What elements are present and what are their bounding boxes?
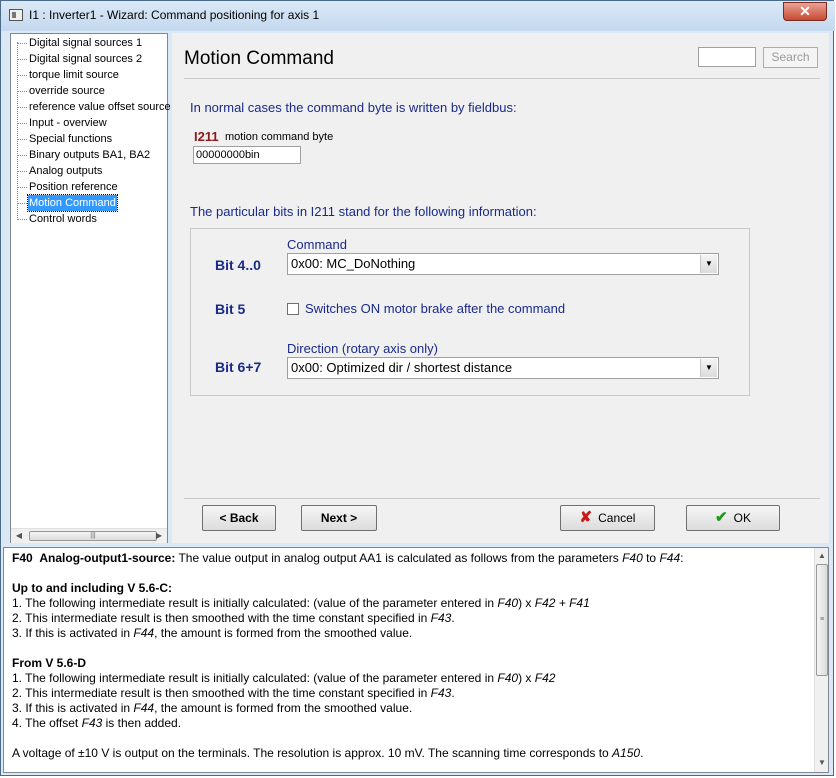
help-panel: F40 Analog-output1-source: The value out… — [3, 547, 829, 773]
tree-item-label: Binary outputs BA1, BA2 — [29, 149, 151, 161]
bit-4-0-label: Bit 4..0 — [215, 257, 261, 273]
bits-group-box: Bit 4..0 Command 0x00: MC_DoNothing ▼ Bi… — [190, 228, 750, 396]
cancel-button-label: Cancel — [598, 511, 636, 525]
chevron-down-icon[interactable]: ▼ — [700, 359, 717, 377]
close-icon: ✕ — [799, 3, 811, 19]
tree-item-label: torque limit source — [29, 69, 119, 81]
next-button[interactable]: Next > — [301, 505, 377, 531]
next-button-label: Next > — [320, 511, 358, 525]
scroll-right-icon[interactable]: ▶ — [153, 530, 165, 542]
help-section-1-line-2: 2. This intermediate result is then smoo… — [12, 611, 455, 625]
motor-brake-checkbox[interactable] — [287, 303, 299, 315]
checkmark-icon: ✔ — [715, 509, 728, 526]
back-button-label: < Back — [219, 511, 259, 525]
help-text: F40 Analog-output1-source: The value out… — [12, 551, 807, 761]
help-section-2-line-1: 1. The following intermediate result is … — [12, 671, 556, 685]
button-divider — [184, 498, 820, 499]
app-icon[interactable] — [9, 9, 23, 21]
tree-item-label: Control words — [29, 213, 97, 225]
direction-dropdown-value: 0x00: Optimized dir / shortest distance — [291, 360, 513, 375]
tree-item-label: Digital signal sources 2 — [29, 53, 143, 65]
help-section-1-title: Up to and including V 5.6-C: — [12, 581, 172, 595]
help-footer: A voltage of ±10 V is output on the term… — [12, 746, 644, 760]
tree-item-label: Motion Command — [27, 194, 118, 212]
back-button[interactable]: < Back — [202, 505, 276, 531]
tree-item-label: Analog outputs — [29, 165, 103, 177]
command-dropdown[interactable]: 0x00: MC_DoNothing ▼ — [287, 253, 719, 275]
command-byte-field[interactable]: 00000000bin — [193, 146, 301, 164]
tree-item-label: Input - overview — [29, 117, 107, 129]
direction-dropdown[interactable]: 0x00: Optimized dir / shortest distance … — [287, 357, 719, 379]
bit-6-7-label: Bit 6+7 — [215, 359, 262, 375]
help-heading: F40 Analog-output1-source: The value out… — [12, 551, 684, 565]
tree-item-label: override source — [29, 85, 105, 97]
ok-button-label: OK — [733, 511, 751, 525]
search-button[interactable]: Search — [763, 47, 818, 68]
search-input[interactable] — [698, 47, 756, 67]
command-dropdown-value: 0x00: MC_DoNothing — [291, 256, 416, 271]
page-title: Motion Command — [184, 48, 334, 69]
main-panel: Motion Command Search In normal cases th… — [172, 33, 829, 543]
tree-item-label: reference value offset source — [29, 101, 171, 113]
help-section-1-line-3: 3. If this is activated in F44, the amou… — [12, 626, 413, 640]
title-divider — [184, 78, 820, 79]
navigation-tree: Digital signal sources 1 Digital signal … — [10, 33, 171, 543]
scrollbar-thumb[interactable]: ||| — [29, 531, 157, 541]
motor-brake-label[interactable]: Switches ON motor brake after the comman… — [305, 301, 565, 316]
help-section-2-line-4: 4. The offset F43 is then added. — [12, 716, 182, 730]
tree-item-label: Special functions — [29, 133, 113, 145]
command-caption: Command — [287, 237, 347, 252]
tree-item-label: Digital signal sources 1 — [29, 37, 143, 49]
help-section-2-line-3: 3. If this is activated in F44, the amou… — [12, 701, 413, 715]
direction-caption: Direction (rotary axis only) — [287, 341, 438, 356]
parameter-id: I211 — [194, 129, 219, 144]
help-section-1-line-1: 1. The following intermediate result is … — [12, 596, 590, 610]
cancel-button[interactable]: ✘ Cancel — [560, 505, 655, 531]
bit-5-label: Bit 5 — [215, 301, 246, 317]
title-bar: I1 : Inverter1 - Wizard: Command positio… — [1, 1, 835, 31]
wizard-window: I1 : Inverter1 - Wizard: Command positio… — [0, 0, 835, 776]
ok-button[interactable]: ✔ OK — [686, 505, 780, 531]
scroll-up-icon[interactable]: ▲ — [816, 549, 828, 563]
tree-horizontal-scrollbar[interactable]: ◀ ||| ▶ — [11, 528, 167, 543]
tree-item-label: Position reference — [29, 181, 118, 193]
window-title: I1 : Inverter1 - Wizard: Command positio… — [29, 8, 320, 22]
scrollbar-thumb[interactable]: ≡ — [816, 564, 828, 676]
fieldbus-info-text: In normal cases the command byte is writ… — [190, 100, 517, 115]
parameter-label: motion command byte — [225, 131, 334, 143]
cancel-icon: ✘ — [579, 509, 593, 526]
help-vertical-scrollbar[interactable]: ▲ ≡ ▼ — [814, 548, 828, 772]
help-section-2-line-2: 2. This intermediate result is then smoo… — [12, 686, 455, 700]
tree-connector-line — [17, 42, 18, 218]
help-section-2-title: From V 5.6-D — [12, 656, 87, 670]
bits-info-text: The particular bits in I211 stand for th… — [190, 204, 537, 219]
scroll-down-icon[interactable]: ▼ — [816, 756, 828, 770]
scroll-left-icon[interactable]: ◀ — [13, 530, 25, 542]
chevron-down-icon[interactable]: ▼ — [700, 255, 717, 273]
close-button[interactable]: ✕ — [783, 2, 827, 21]
